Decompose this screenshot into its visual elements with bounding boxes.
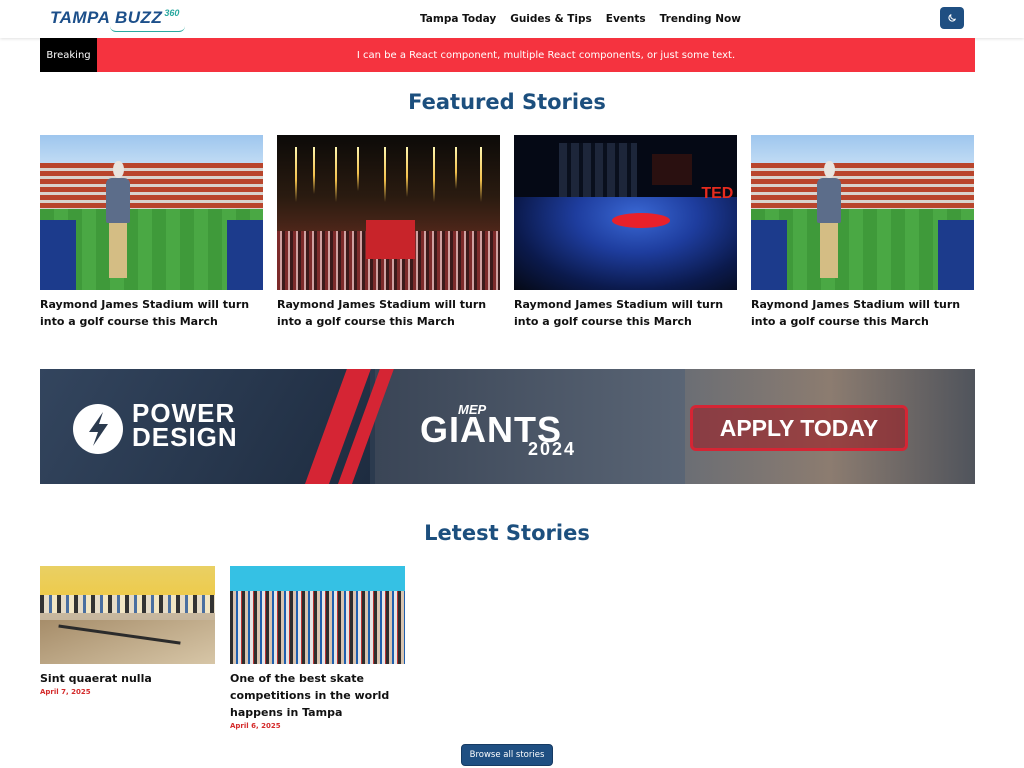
- browse-all-stories-button[interactable]: Browse all stories: [461, 744, 553, 766]
- breaking-text[interactable]: I can be a React component, multiple Rea…: [97, 38, 975, 72]
- ad-event-year: 2024: [528, 439, 577, 459]
- latest-image-skate-crowd[interactable]: [230, 566, 405, 664]
- latest-card[interactable]: One of the best skate competitions in th…: [230, 566, 405, 730]
- moon-icon: [948, 14, 956, 22]
- logo-badge: 360: [164, 8, 180, 18]
- featured-image-golfer[interactable]: [751, 135, 974, 290]
- featured-card[interactable]: TED Raymond James Stadium will turn into…: [514, 135, 737, 330]
- featured-image-ted[interactable]: TED: [514, 135, 737, 290]
- latest-card-date: April 6, 2025: [230, 722, 281, 730]
- breaking-label: Breaking: [40, 38, 97, 72]
- latest-card-title[interactable]: Sint quaerat nulla: [40, 670, 215, 687]
- nav-guides-tips[interactable]: Guides & Tips: [510, 13, 592, 25]
- featured-image-fireworks[interactable]: [277, 135, 500, 290]
- latest-card[interactable]: Sint quaerat nulla April 7, 2025: [40, 566, 215, 730]
- featured-card-title[interactable]: Raymond James Stadium will turn into a g…: [277, 296, 500, 330]
- featured-title: Featured Stories: [408, 90, 606, 114]
- site-logo[interactable]: TAMPA BUZZ 360: [50, 8, 185, 32]
- featured-image-golfer[interactable]: [40, 135, 263, 290]
- latest-stories: Sint quaerat nulla April 7, 2025 One of …: [40, 566, 405, 730]
- ad-brand: POWER DESIGN: [132, 400, 238, 452]
- theme-toggle-button[interactable]: [940, 7, 964, 29]
- featured-card[interactable]: Raymond James Stadium will turn into a g…: [40, 135, 263, 330]
- nav-tampa-today[interactable]: Tampa Today: [420, 13, 496, 25]
- latest-card-title[interactable]: One of the best skate competitions in th…: [230, 670, 405, 721]
- featured-card-title[interactable]: Raymond James Stadium will turn into a g…: [40, 296, 263, 330]
- ad-brand-line2: DESIGN: [132, 422, 238, 452]
- featured-stories: Raymond James Stadium will turn into a g…: [40, 135, 975, 330]
- nav-events[interactable]: Events: [606, 13, 646, 25]
- apply-today-button[interactable]: APPLY TODAY: [690, 405, 908, 451]
- logo-text: TAMPA BUZZ: [50, 8, 163, 27]
- logo-swoosh: [110, 26, 185, 32]
- ad-banner[interactable]: POWER DESIGN MEP GIANTS 2024 APPLY TODAY: [40, 369, 975, 484]
- featured-card-title[interactable]: Raymond James Stadium will turn into a g…: [751, 296, 974, 330]
- latest-title: Letest Stories: [424, 521, 590, 545]
- featured-card-title[interactable]: Raymond James Stadium will turn into a g…: [514, 296, 737, 330]
- featured-card[interactable]: Raymond James Stadium will turn into a g…: [277, 135, 500, 330]
- featured-card[interactable]: Raymond James Stadium will turn into a g…: [751, 135, 974, 330]
- main-nav: Tampa Today Guides & Tips Events Trendin…: [420, 0, 755, 38]
- lightning-icon: [73, 404, 123, 454]
- breaking-news-bar: Breaking I can be a React component, mul…: [40, 38, 975, 72]
- latest-image-skatepark[interactable]: [40, 566, 215, 664]
- nav-trending-now[interactable]: Trending Now: [660, 13, 741, 25]
- site-header: TAMPA BUZZ 360 Tampa Today Guides & Tips…: [0, 0, 1024, 38]
- latest-card-date: April 7, 2025: [40, 688, 91, 696]
